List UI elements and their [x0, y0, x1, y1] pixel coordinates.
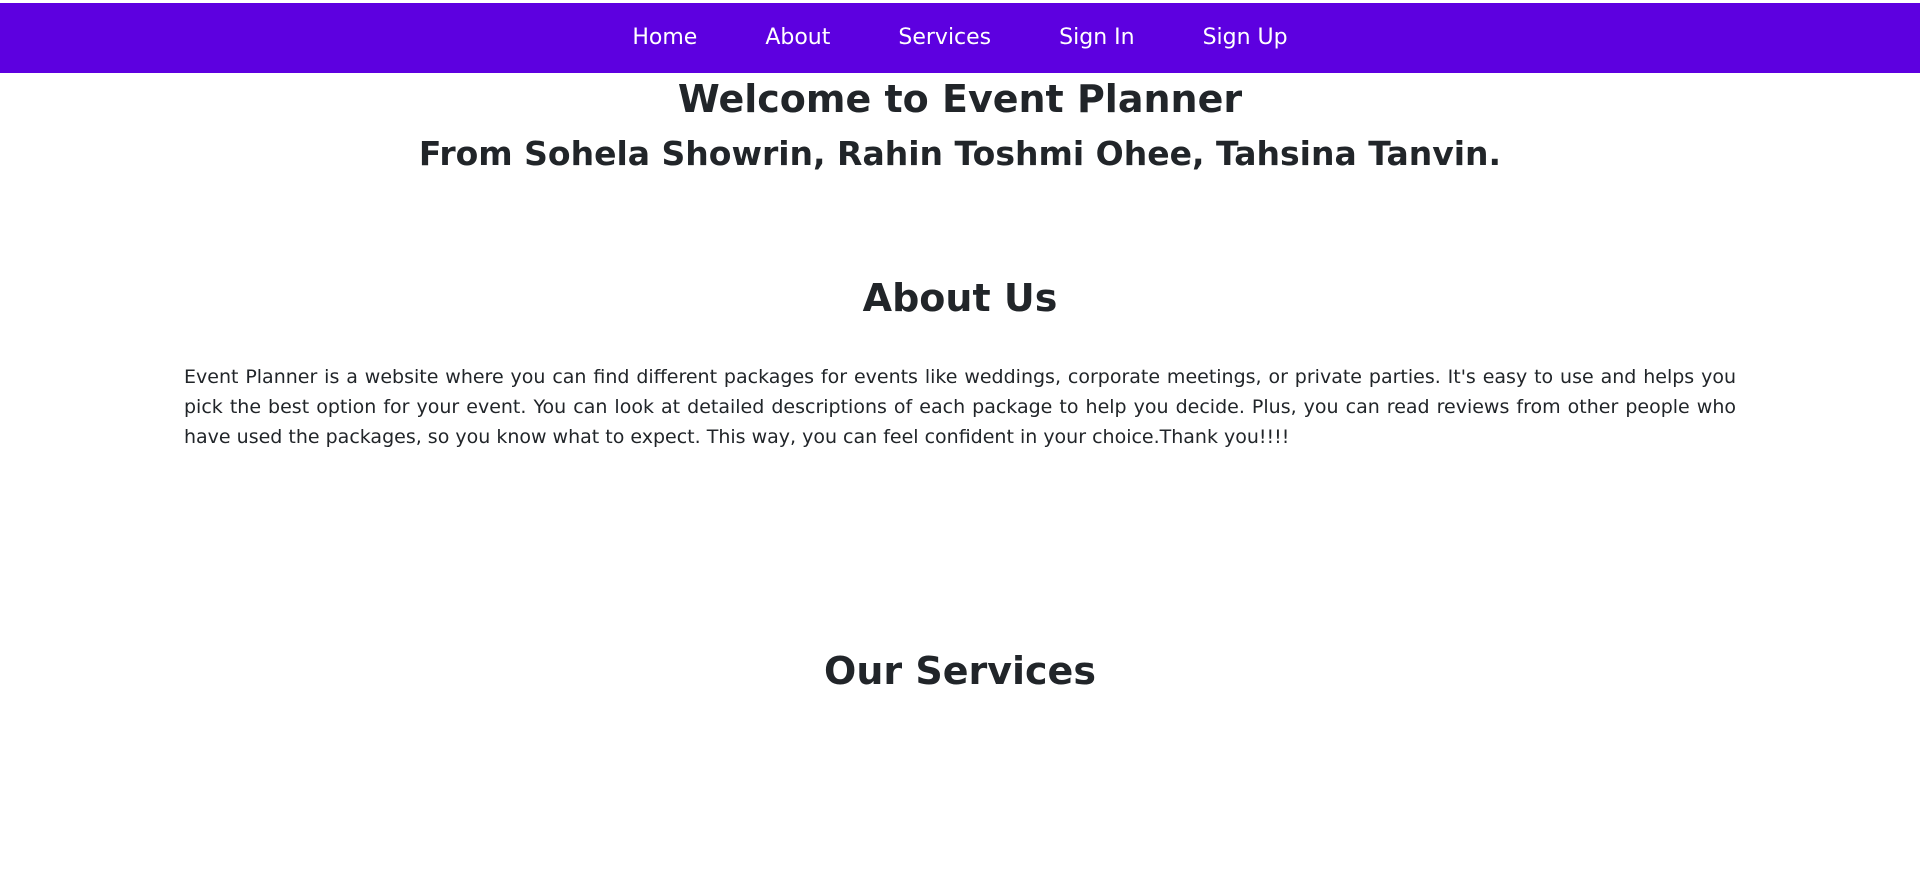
services-section-title: Our Services — [824, 649, 1096, 693]
nav-home-link[interactable]: Home — [598, 3, 731, 73]
navbar: Home About Services Sign In Sign Up — [0, 3, 1920, 73]
about-section-title: About Us — [862, 276, 1058, 320]
nav-sign-up-link[interactable]: Sign Up — [1169, 3, 1322, 73]
hero-subtitle: From Sohela Showrin, Rahin Toshmi Ohee, … — [418, 134, 1502, 173]
nav-services-link[interactable]: Services — [864, 3, 1025, 73]
hero-title: Welcome to Event Planner — [677, 77, 1243, 121]
nav-about-link[interactable]: About — [731, 3, 864, 73]
nav-list: Home About Services Sign In Sign Up — [598, 3, 1321, 73]
nav-sign-in-link[interactable]: Sign In — [1025, 3, 1168, 73]
about-description: Event Planner is a website where you can… — [184, 366, 1736, 448]
